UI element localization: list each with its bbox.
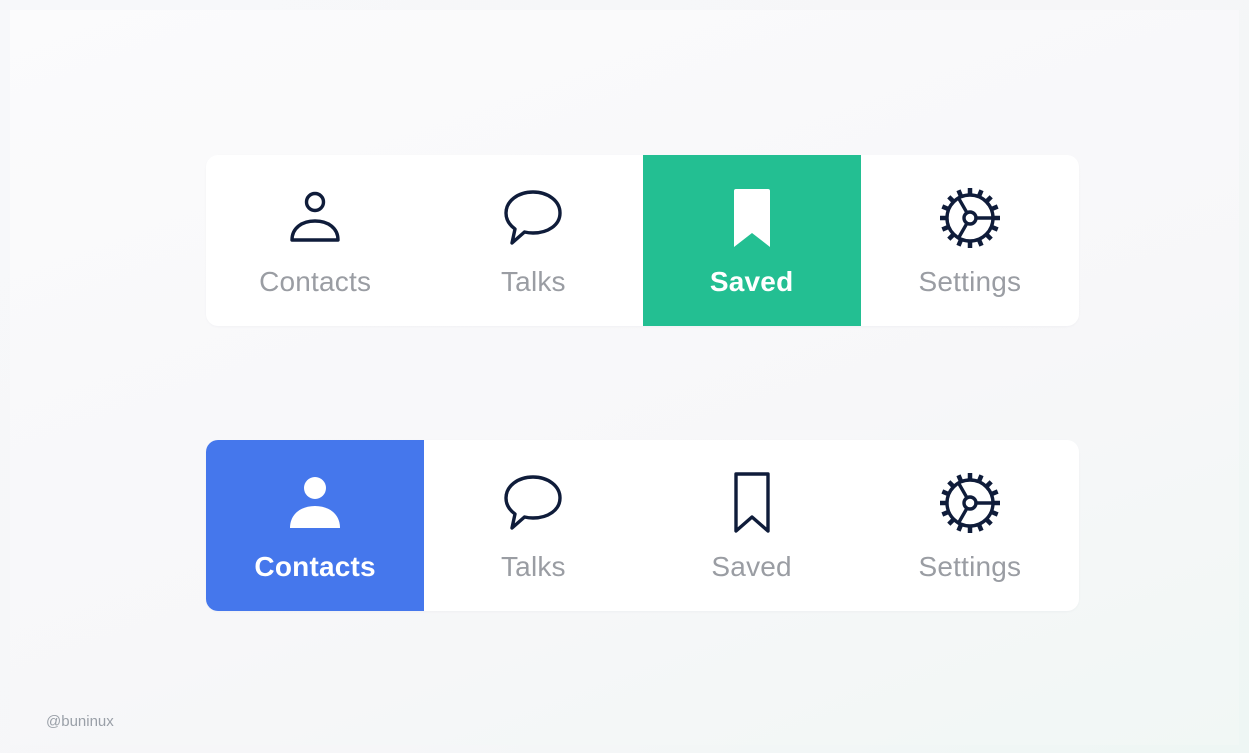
watermark: @buninux (46, 713, 114, 730)
chat-bubble-icon (500, 185, 566, 251)
tab-label: Settings (918, 551, 1022, 582)
tab-settings[interactable]: Settings (861, 440, 1079, 611)
tab-saved[interactable]: Saved (643, 440, 861, 611)
tab-bar-contacts-active: Contacts Talks Saved Settings (206, 440, 1079, 611)
tab-contacts[interactable]: Contacts (206, 155, 424, 326)
bookmark-outline-icon (719, 470, 785, 536)
tab-settings[interactable]: Settings (861, 155, 1079, 326)
canvas: Contacts Talks Saved Settings Contacts T… (10, 10, 1239, 745)
tab-talks[interactable]: Talks (424, 440, 642, 611)
tab-label: Contacts (254, 551, 376, 582)
tab-saved[interactable]: Saved (642, 155, 861, 326)
gear-icon (937, 185, 1003, 251)
user-outline-icon (282, 185, 348, 251)
tab-label: Saved (709, 266, 794, 297)
tab-contacts[interactable]: Contacts (206, 440, 425, 611)
bookmark-filled-icon (719, 185, 785, 251)
tab-label: Saved (711, 551, 792, 582)
tab-label: Contacts (259, 266, 372, 297)
gear-icon (937, 470, 1003, 536)
user-filled-icon (282, 470, 348, 536)
tab-talks[interactable]: Talks (424, 155, 642, 326)
tab-bar-saved-active: Contacts Talks Saved Settings (206, 155, 1079, 326)
tab-label: Settings (918, 266, 1022, 297)
chat-bubble-icon (500, 470, 566, 536)
tab-label: Talks (500, 266, 566, 297)
tab-label: Talks (500, 551, 566, 582)
